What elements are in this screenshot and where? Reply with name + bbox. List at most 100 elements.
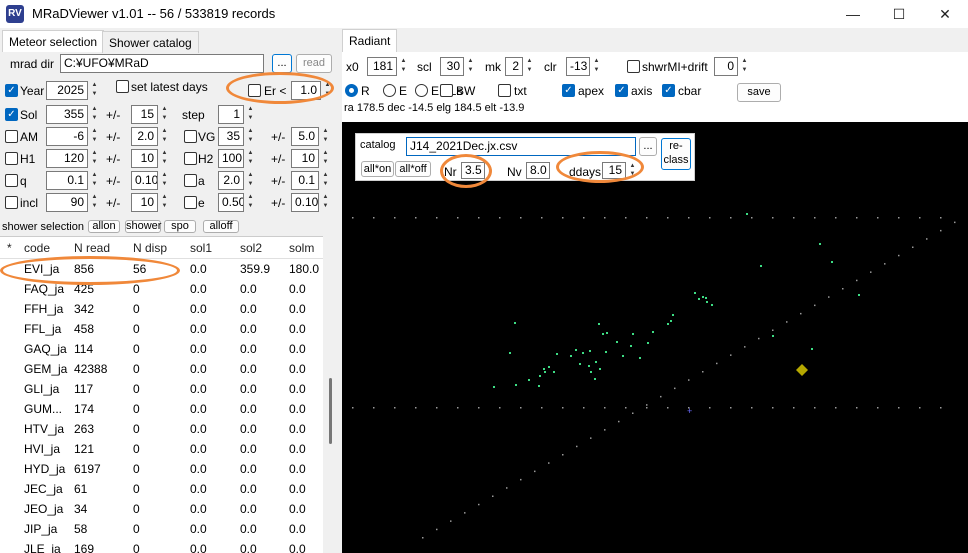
table-row[interactable]: GLI_ja 117 0 0.0 0.0 0.0 xyxy=(0,379,323,399)
alloff-button[interactable]: alloff xyxy=(203,220,239,233)
a-tol-spinner-icon[interactable]: ▲ ▼ xyxy=(320,171,331,190)
col-solm[interactable]: solm xyxy=(289,241,314,255)
q-tol-spinner-icon[interactable]: ▲ ▼ xyxy=(159,171,170,190)
col-nread[interactable]: N read xyxy=(74,241,110,255)
tab-meteor-selection[interactable]: Meteor selection xyxy=(2,30,105,52)
table-row[interactable]: FFL_ja 458 0 0.0 0.0 0.0 xyxy=(0,319,323,339)
a-tol-input[interactable]: 0.1 xyxy=(291,171,319,190)
col-ndisp[interactable]: N disp xyxy=(133,241,167,255)
vg-checkbox[interactable] xyxy=(184,130,197,143)
q-spinner-icon[interactable]: ▲ ▼ xyxy=(89,171,100,190)
h1-checkbox[interactable] xyxy=(5,152,18,165)
h2-tol-input[interactable]: 10 xyxy=(291,149,319,168)
vg-spinner-icon[interactable]: ▲ ▼ xyxy=(245,127,256,146)
axis-checkbox[interactable]: ✓ xyxy=(615,84,628,97)
step-spinner-icon[interactable]: ▲ ▼ xyxy=(245,105,256,124)
incl-tol-spinner-icon[interactable]: ▲ ▼ xyxy=(159,193,170,212)
am-input[interactable]: -6 xyxy=(46,127,88,146)
scl-spinner-icon[interactable]: ▲ ▼ xyxy=(465,57,476,76)
radiant-plot[interactable]: + xyxy=(342,122,968,553)
table-row[interactable]: JEO_ja 34 0 0.0 0.0 0.0 xyxy=(0,499,323,519)
table-row[interactable]: HYD_ja 6197 0 0.0 0.0 0.0 xyxy=(0,459,323,479)
sol-tol-spinner-icon[interactable]: ▲ ▼ xyxy=(159,105,170,124)
sol-input[interactable]: 355 xyxy=(46,105,88,124)
catalog-browse-button[interactable]: ... xyxy=(639,137,657,156)
shower-button[interactable]: shower xyxy=(125,220,161,233)
table-row[interactable]: JLE_ja 169 0 0.0 0.0 0.0 xyxy=(0,539,323,553)
set-latest-days-checkbox[interactable] xyxy=(116,80,129,93)
nv-input[interactable]: 8.0 xyxy=(526,162,550,179)
drift-input[interactable]: 0 xyxy=(714,57,738,76)
h1-tol-input[interactable]: 10 xyxy=(131,149,158,168)
mk-spinner-icon[interactable]: ▲ ▼ xyxy=(524,57,535,76)
a-spinner-icon[interactable]: ▲ ▼ xyxy=(245,171,256,190)
x0-spinner-icon[interactable]: ▲ ▼ xyxy=(398,57,409,76)
shower-table[interactable]: * code N read N disp sol1 sol2 solm EVI_… xyxy=(0,236,323,553)
h2-spinner-icon[interactable]: ▲ ▼ xyxy=(245,149,256,168)
am-checkbox[interactable] xyxy=(5,130,18,143)
q-input[interactable]: 0.1 xyxy=(46,171,88,190)
catalog-alloff-button[interactable]: all*off xyxy=(395,161,431,177)
am-spinner-icon[interactable]: ▲ ▼ xyxy=(89,127,100,146)
read-button[interactable]: read xyxy=(296,54,332,73)
cbar-checkbox[interactable]: ✓ xyxy=(662,84,675,97)
q-checkbox[interactable] xyxy=(5,174,18,187)
q-tol-input[interactable]: 0.10 xyxy=(131,171,158,190)
x0-input[interactable]: 181 xyxy=(367,57,397,76)
clr-input[interactable]: -13 xyxy=(566,57,590,76)
e-spinner-icon[interactable]: ▲ ▼ xyxy=(245,193,256,212)
minimize-button[interactable]: — xyxy=(830,0,876,28)
table-row[interactable]: GUM... 174 0 0.0 0.0 0.0 xyxy=(0,399,323,419)
close-button[interactable]: ✕ xyxy=(922,0,968,28)
table-row[interactable]: GAQ_ja 114 0 0.0 0.0 0.0 xyxy=(0,339,323,359)
incl-input[interactable]: 90 xyxy=(46,193,88,212)
apex-checkbox[interactable]: ✓ xyxy=(562,84,575,97)
mrad-dir-input[interactable]: C:¥UFO¥MRaD xyxy=(60,54,264,73)
save-button[interactable]: save xyxy=(737,83,781,102)
clr-spinner-icon[interactable]: ▲ ▼ xyxy=(591,57,602,76)
h1-tol-spinner-icon[interactable]: ▲ ▼ xyxy=(159,149,170,168)
e-checkbox[interactable] xyxy=(184,196,197,209)
table-row[interactable]: HTV_ja 263 0 0.0 0.0 0.0 xyxy=(0,419,323,439)
incl-tol-input[interactable]: 10 xyxy=(131,193,158,212)
scl-input[interactable]: 30 xyxy=(440,57,464,76)
incl-checkbox[interactable] xyxy=(5,196,18,209)
tab-shower-catalog[interactable]: Shower catalog xyxy=(102,31,199,53)
table-row[interactable]: JIP_ja 58 0 0.0 0.0 0.0 xyxy=(0,519,323,539)
sol-checkbox[interactable]: ✓ xyxy=(5,108,18,121)
h1-input[interactable]: 120 xyxy=(46,149,88,168)
col-sol2[interactable]: sol2 xyxy=(240,241,262,255)
am-tol-spinner-icon[interactable]: ▲ ▼ xyxy=(159,127,170,146)
a-input[interactable]: 2.0 xyxy=(218,171,244,190)
step-input[interactable]: 1 xyxy=(218,105,244,124)
reclass-button[interactable]: re- class xyxy=(661,138,691,170)
h2-input[interactable]: 100 xyxy=(218,149,244,168)
h1-spinner-icon[interactable]: ▲ ▼ xyxy=(89,149,100,168)
mrad-browse-button[interactable]: ... xyxy=(272,54,292,73)
drift-spinner-icon[interactable]: ▲ ▼ xyxy=(739,57,750,76)
txt-checkbox[interactable] xyxy=(498,84,511,97)
mode-el-ls-radio[interactable] xyxy=(415,84,428,97)
year-spinner-icon[interactable]: ▲ ▼ xyxy=(89,81,100,100)
h2-checkbox[interactable] xyxy=(184,152,197,165)
e-tol-spinner-icon[interactable]: ▲ ▼ xyxy=(320,193,331,212)
table-scrollbar-thumb[interactable] xyxy=(329,378,332,444)
bw-checkbox[interactable] xyxy=(440,84,453,97)
table-row[interactable]: FFH_ja 342 0 0.0 0.0 0.0 xyxy=(0,299,323,319)
col-code[interactable]: code xyxy=(24,241,50,255)
vg-input[interactable]: 35 xyxy=(218,127,244,146)
table-row[interactable]: HVI_ja 121 0 0.0 0.0 0.0 xyxy=(0,439,323,459)
e-tol-input[interactable]: 0.10 xyxy=(291,193,319,212)
table-row[interactable]: JEC_ja 61 0 0.0 0.0 0.0 xyxy=(0,479,323,499)
vg-tol-input[interactable]: 5.0 xyxy=(291,127,319,146)
vg-tol-spinner-icon[interactable]: ▲ ▼ xyxy=(320,127,331,146)
allon-button[interactable]: allon xyxy=(88,220,120,233)
e-input[interactable]: 0.50 xyxy=(218,193,244,212)
catalog-allon-button[interactable]: all*on xyxy=(361,161,394,177)
col-star[interactable]: * xyxy=(7,241,12,255)
table-row[interactable]: GEM_ja 42388 0 0.0 0.0 0.0 xyxy=(0,359,323,379)
am-tol-input[interactable]: 2.0 xyxy=(131,127,158,146)
year-input[interactable]: 2025 xyxy=(46,81,88,100)
tab-radiant[interactable]: Radiant xyxy=(342,29,398,53)
maximize-button[interactable]: ☐ xyxy=(876,0,922,28)
